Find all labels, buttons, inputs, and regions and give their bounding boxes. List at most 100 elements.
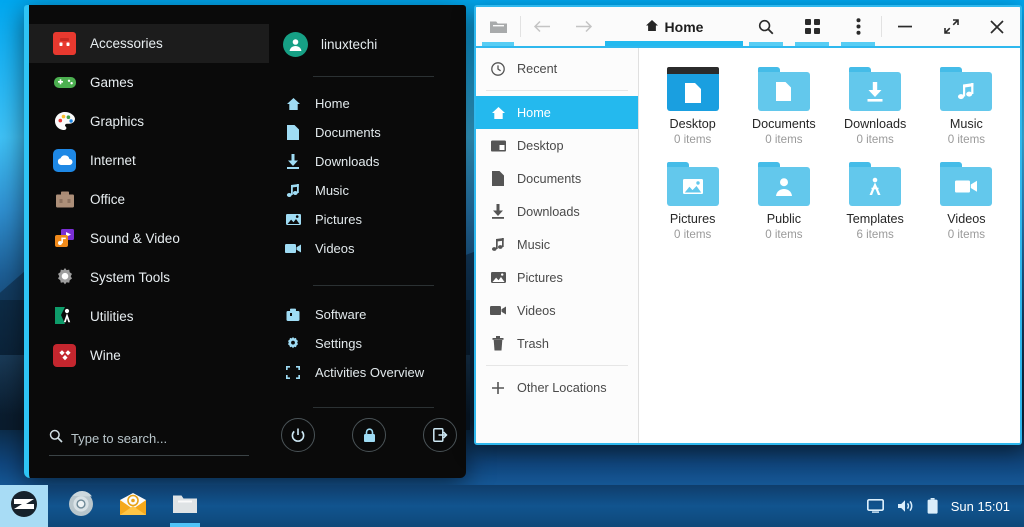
file-item-downloads[interactable]: Downloads 0 items <box>830 62 921 151</box>
video-camera-icon <box>284 243 302 254</box>
back-button[interactable] <box>521 7 563 46</box>
sidebar-item-label: Videos <box>517 303 556 318</box>
file-item-pictures[interactable]: Pictures 0 items <box>647 157 738 246</box>
menu-category-label: Games <box>90 75 134 90</box>
menu-category-graphics[interactable]: Graphics <box>29 102 269 141</box>
system-item-settings[interactable]: Settings <box>269 329 466 358</box>
sidebar-item-label: Trash <box>517 336 549 351</box>
window-title: Home <box>664 18 704 35</box>
file-name: Templates <box>846 212 904 226</box>
file-item-documents[interactable]: Documents 0 items <box>738 62 829 151</box>
menu-category-office[interactable]: Office <box>29 180 269 219</box>
file-item-public[interactable]: Public 0 items <box>738 157 829 246</box>
start-menu-search[interactable]: Type to search... <box>49 429 249 456</box>
menu-category-sound-video[interactable]: Sound & Video <box>29 219 269 258</box>
menu-category-label: Internet <box>90 153 136 168</box>
minimize-button[interactable] <box>882 7 928 46</box>
place-item-documents[interactable]: Documents <box>269 118 466 147</box>
taskbar-app-mail[interactable] <box>110 485 156 527</box>
file-name: Videos <box>947 212 986 226</box>
file-manager-icon <box>172 493 198 520</box>
palette-icon <box>53 110 76 133</box>
maximize-button[interactable] <box>928 7 974 46</box>
menu-category-system-tools[interactable]: System Tools <box>29 258 269 297</box>
folder-open-icon[interactable] <box>476 7 520 46</box>
menu-category-label: Sound & Video <box>90 231 180 246</box>
menu-category-internet[interactable]: Internet <box>29 141 269 180</box>
lock-button[interactable] <box>352 418 386 452</box>
menu-category-games[interactable]: Games <box>29 63 269 102</box>
sidebar-item-documents[interactable]: Documents <box>476 162 638 195</box>
menu-category-accessories[interactable]: Accessories <box>29 24 269 63</box>
window-body: Recent Home Desktop Documents Downloads … <box>476 48 1020 443</box>
home-icon <box>645 19 659 35</box>
menu-category-utilities[interactable]: Utilities <box>29 297 269 336</box>
sidebar-item-label: Other Locations <box>517 380 607 395</box>
place-item-music[interactable]: Music <box>269 176 466 205</box>
volume-icon[interactable] <box>897 499 914 513</box>
three-dots-menu-button[interactable] <box>835 7 881 46</box>
place-item-pictures[interactable]: Pictures <box>269 205 466 234</box>
clock[interactable]: Sun 15:01 <box>951 499 1010 514</box>
gear-icon <box>284 336 302 351</box>
system-label: Settings <box>315 336 362 351</box>
sidebar-item-desktop[interactable]: Desktop <box>476 129 638 162</box>
sidebar-item-label: Documents <box>517 171 582 186</box>
download-icon <box>284 154 302 169</box>
sidebar-item-label: Downloads <box>517 204 580 219</box>
zorin-logo-icon <box>10 490 38 523</box>
briefcase-icon <box>53 188 76 211</box>
system-item-activities-overview[interactable]: Activities Overview <box>269 358 466 387</box>
place-item-videos[interactable]: Videos <box>269 234 466 263</box>
taskbar-app-files[interactable] <box>162 485 208 527</box>
system-tray: Sun 15:01 <box>866 498 1024 514</box>
logout-button[interactable] <box>423 418 457 452</box>
zorin-menu-button[interactable] <box>0 485 48 527</box>
cloud-icon <box>53 149 76 172</box>
videos-folder-icon <box>940 162 993 206</box>
pictures-folder-icon <box>666 162 719 206</box>
sidebar-item-pictures[interactable]: Pictures <box>476 261 638 294</box>
power-buttons <box>281 418 457 452</box>
window-header-bar: Home <box>476 7 1020 48</box>
sidebar-item-label: Pictures <box>517 270 563 285</box>
document-icon <box>284 125 302 140</box>
sidebar-item-label: Home <box>517 105 551 120</box>
search-button[interactable] <box>743 7 789 46</box>
grid-view-button[interactable] <box>789 7 835 46</box>
forward-button[interactable] <box>563 7 605 46</box>
sidebar-item-home[interactable]: Home <box>476 96 638 129</box>
place-item-downloads[interactable]: Downloads <box>269 147 466 176</box>
place-label: Downloads <box>315 154 380 169</box>
taskbar-app-chromium[interactable] <box>58 485 104 527</box>
menu-category-wine[interactable]: Wine <box>29 336 269 375</box>
display-icon[interactable] <box>866 499 884 513</box>
start-menu-categories: Accessories Games Graphics Internet Offi… <box>29 5 269 478</box>
system-item-software[interactable]: Software <box>269 300 466 329</box>
place-label: Music <box>315 183 349 198</box>
music-folder-icon <box>940 67 993 111</box>
sidebar-item-other-locations[interactable]: Other Locations <box>476 371 638 404</box>
file-item-desktop[interactable]: Desktop 0 items <box>647 62 738 151</box>
file-item-music[interactable]: Music 0 items <box>921 62 1012 151</box>
document-icon <box>490 171 506 186</box>
battery-icon[interactable] <box>927 498 938 514</box>
toolbox-icon <box>53 32 76 55</box>
file-item-count: 0 items <box>947 133 986 146</box>
sidebar-item-videos[interactable]: Videos <box>476 294 638 327</box>
sidebar-item-label: Music <box>517 237 551 252</box>
file-item-videos[interactable]: Videos 0 items <box>921 157 1012 246</box>
file-item-templates[interactable]: Templates 6 items <box>830 157 921 246</box>
menu-category-label: Accessories <box>90 36 163 51</box>
path-breadcrumb-home[interactable]: Home <box>605 7 743 46</box>
sidebar-item-music[interactable]: Music <box>476 228 638 261</box>
video-camera-icon <box>490 305 506 316</box>
shutdown-button[interactable] <box>281 418 315 452</box>
user-row[interactable]: linuxtechi <box>269 24 466 64</box>
close-button[interactable] <box>974 7 1020 46</box>
sidebar-item-trash[interactable]: Trash <box>476 327 638 360</box>
sidebar-item-recent[interactable]: Recent <box>476 52 638 85</box>
file-name: Documents <box>752 117 816 131</box>
place-item-home[interactable]: Home <box>269 89 466 118</box>
sidebar-item-downloads[interactable]: Downloads <box>476 195 638 228</box>
